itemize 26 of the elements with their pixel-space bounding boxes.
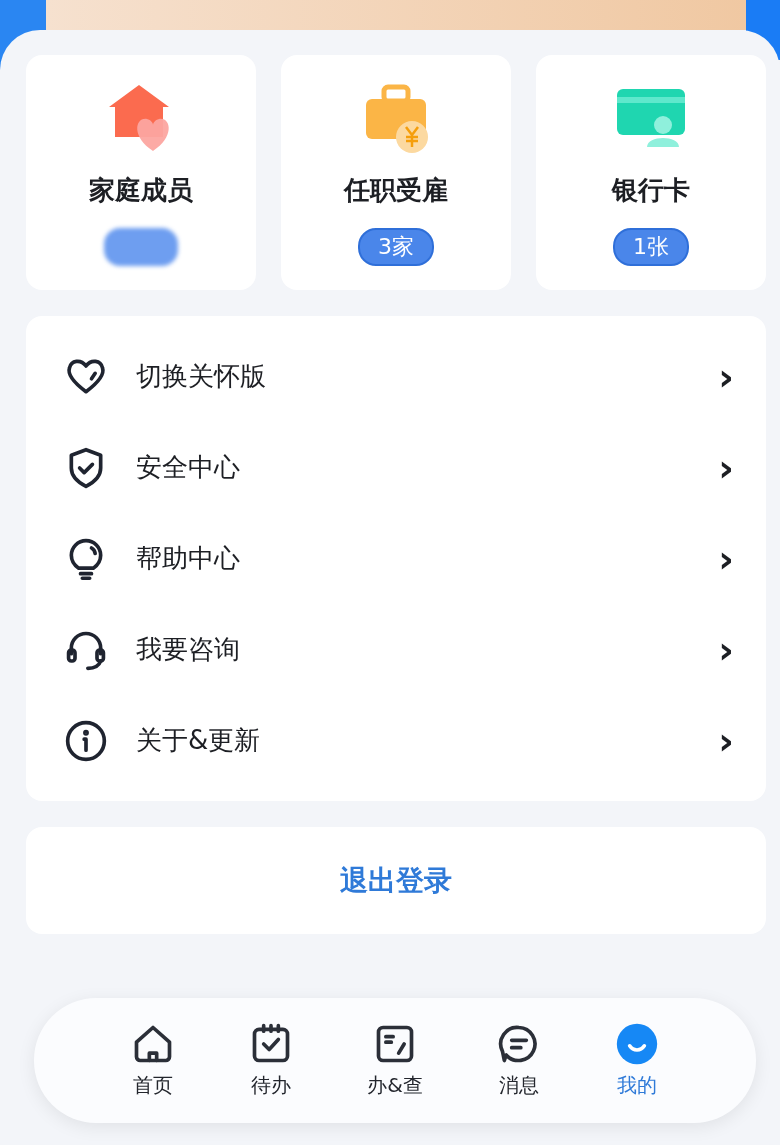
count-badge: 3家	[358, 228, 434, 266]
chevron-icon: ›	[718, 721, 734, 760]
chevron-icon: ›	[718, 630, 734, 669]
info-icon	[64, 718, 108, 763]
tab[interactable]: 办&查	[367, 1022, 423, 1099]
tab[interactable]: 消息	[496, 1022, 541, 1099]
card-title: 银行卡	[612, 174, 690, 207]
count-badge: 1张	[613, 228, 689, 266]
tab[interactable]: 待办	[249, 1022, 294, 1099]
card-background[interactable]: 家庭成员	[26, 55, 256, 290]
logout-button[interactable]: 退出登录	[26, 827, 766, 934]
tab[interactable]: 首页	[131, 1022, 176, 1099]
chevron-icon: ›	[718, 357, 734, 396]
menu-item[interactable]: 关于&更新	[136, 723, 261, 758]
card-background[interactable]: 任职受雇 3家	[281, 55, 511, 290]
card-background[interactable]: 银行卡 1张	[536, 55, 766, 290]
card-title: 家庭成员	[89, 174, 193, 207]
card-title: 任职受雇	[344, 174, 448, 207]
chevron-icon: ›	[718, 539, 734, 578]
chevron-icon: ›	[718, 448, 734, 487]
smile-icon	[614, 1022, 659, 1066]
menu-item[interactable]: 安全中心	[136, 450, 240, 485]
menu-item[interactable]: 切换关怀版	[136, 359, 266, 394]
menu-item[interactable]: 我要咨询	[136, 632, 240, 667]
tab[interactable]: 我的	[614, 1022, 659, 1099]
menu-item[interactable]: 帮助中心	[136, 541, 240, 576]
